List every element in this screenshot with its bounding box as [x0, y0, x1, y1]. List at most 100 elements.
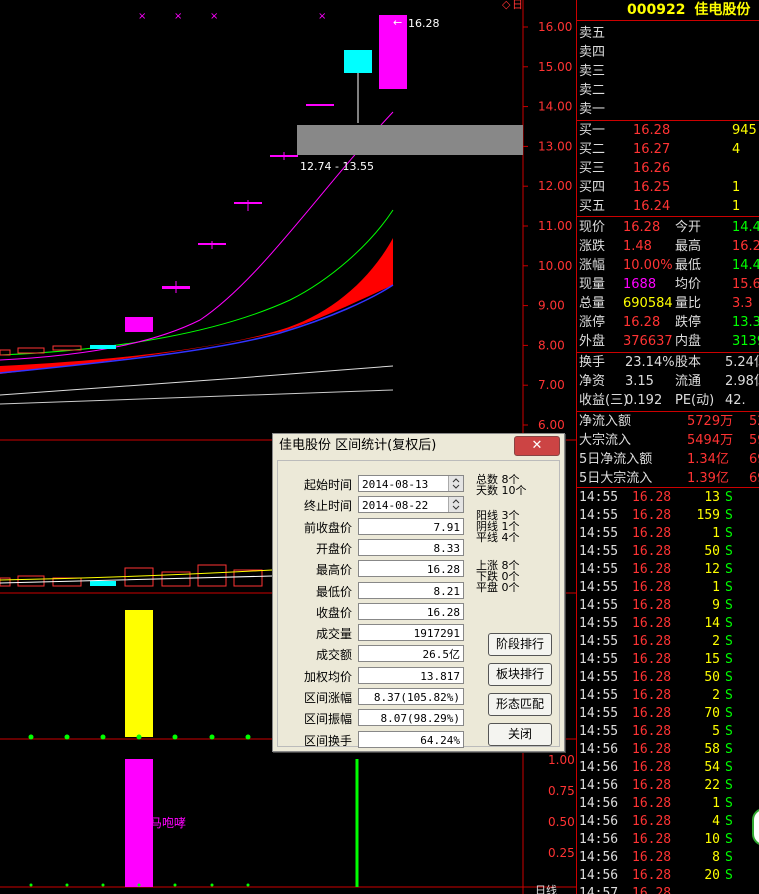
trade-time: 14:56	[579, 796, 619, 811]
sell-row: 卖四	[577, 44, 759, 62]
quote-panel: 000922 佳电股份 卖五 卖四 卖三 卖二 卖一 买一 16.28 945 买二 16.27…	[576, 0, 759, 894]
trade-side: S	[725, 634, 733, 649]
ma-white-line	[0, 365, 394, 396]
range-label: 12.74 - 13.55	[300, 160, 374, 173]
stat-value: 16.2	[732, 239, 759, 254]
fund-value: 23.14%	[625, 355, 675, 370]
trade-price: 16.28	[632, 724, 672, 739]
stat-value: 31394	[732, 334, 759, 349]
volume-bar	[233, 569, 263, 587]
trade-volume: 13	[704, 490, 720, 505]
divider	[577, 20, 759, 21]
value-field: 1917291	[358, 624, 464, 642]
candle	[17, 347, 45, 354]
trade-row: 14:57 16.28	[577, 885, 759, 894]
date-field[interactable]: 2014-08-13	[358, 475, 464, 492]
flow-extra: 69	[749, 471, 759, 486]
pattern-match-button[interactable]: 形态匹配	[488, 693, 552, 716]
trade-side: S	[725, 832, 733, 847]
field-label: 起始时间	[303, 478, 352, 492]
flow-label: 大宗流入	[579, 433, 632, 448]
field-label: 加权均价	[303, 669, 352, 684]
buy-label: 买二	[579, 142, 606, 157]
trade-time: 14:55	[579, 562, 619, 577]
trade-volume: 22	[704, 778, 720, 793]
field-value: 16.28	[426, 605, 460, 619]
candle	[162, 286, 190, 289]
volume-bar	[0, 577, 11, 587]
stat-value: 15.6	[732, 277, 759, 292]
trade-row: 14:55 16.28 70 S	[577, 705, 759, 723]
volume-bar	[90, 581, 116, 586]
divider	[577, 120, 759, 121]
trade-volume: 50	[704, 544, 720, 559]
trade-row: 14:55 16.28 12 S	[577, 561, 759, 579]
trade-side: S	[725, 526, 733, 541]
stat-label: 现价	[579, 220, 606, 235]
buy-price: 16.25	[633, 180, 671, 195]
stat-label: 今开	[675, 220, 702, 235]
trade-side: S	[725, 796, 733, 811]
buy-row: 买二 16.27 4	[577, 141, 759, 159]
spinner-icon[interactable]	[448, 476, 463, 491]
buy-row: 买四 16.25 1	[577, 179, 759, 197]
volume-bar	[17, 575, 45, 587]
candle	[270, 155, 298, 157]
spinner-icon[interactable]	[448, 497, 463, 513]
trade-row: 14:55 16.28 1 S	[577, 525, 759, 543]
range-highlight	[297, 125, 523, 155]
trade-price: 16.28	[632, 544, 672, 559]
flow-row: 净流入额 5729万 52	[577, 413, 759, 431]
trade-price: 16.28	[632, 508, 672, 523]
close-button[interactable]: 关闭	[488, 723, 552, 746]
trade-volume: 58	[704, 742, 720, 757]
stage-ranking-button[interactable]: 阶段排行	[488, 633, 552, 656]
trade-time: 14:55	[579, 670, 619, 685]
trade-row: 14:55 16.28 13 S	[577, 489, 759, 507]
flow-row: 大宗流入 5494万 59	[577, 432, 759, 450]
trade-price: 16.28	[632, 652, 672, 667]
stat-row: 现价 16.28 今开 14.4	[577, 219, 759, 237]
trade-row: 14:55 16.28 1 S	[577, 579, 759, 597]
trade-row: 14:55 16.28 50 S	[577, 669, 759, 687]
trade-price: 16.28	[632, 598, 672, 613]
buy-row: 买五 16.24 1	[577, 198, 759, 216]
trade-price: 16.28	[632, 868, 672, 883]
ma-gray-line	[0, 389, 394, 405]
stat-label: 最低	[675, 258, 702, 273]
period-label: 日线	[535, 883, 557, 894]
trade-row: 14:55 16.28 50 S	[577, 543, 759, 561]
stat-label: 最高	[675, 239, 702, 254]
price-tick-label: 12.00	[538, 179, 572, 193]
field-value: 8.33	[433, 541, 461, 555]
trade-volume: 15	[704, 652, 720, 667]
trade-price: 16.28	[632, 760, 672, 775]
trade-volume: 14	[704, 616, 720, 631]
scroll-indicator-icon[interactable]	[752, 808, 759, 846]
stat-label: 涨跌	[579, 239, 606, 254]
trade-price: 16.28	[632, 616, 672, 631]
indicator-bar	[125, 610, 153, 737]
trade-time: 14:55	[579, 616, 619, 631]
top-markers: × × × ×	[138, 11, 326, 22]
flow-extra: 59	[749, 433, 759, 448]
sector-ranking-button[interactable]: 板块排行	[488, 663, 552, 686]
trade-time: 14:55	[579, 634, 619, 649]
field-value: 2014-08-22	[362, 499, 429, 513]
trade-price: 16.28	[632, 580, 672, 595]
price-tick-label: 13.00	[538, 139, 572, 153]
trade-price: 16.28	[632, 778, 672, 793]
close-icon[interactable]: ✕	[514, 436, 560, 456]
fund-value: 42.	[725, 393, 746, 408]
buy-row: 买一 16.28 945	[577, 122, 759, 140]
trade-row: 14:56 16.28 54 S	[577, 759, 759, 777]
stat-value: 1.48	[623, 239, 652, 254]
trade-volume: 159	[696, 508, 720, 523]
buy-row: 买三 16.26	[577, 160, 759, 178]
stat-row: 涨停 16.28 跌停 13.3	[577, 314, 759, 332]
sell-row: 卖一	[577, 101, 759, 119]
divider	[577, 411, 759, 412]
sell-row: 卖五	[577, 25, 759, 43]
field-label: 区间振幅	[303, 712, 352, 727]
date-field[interactable]: 2014-08-22	[358, 496, 464, 514]
